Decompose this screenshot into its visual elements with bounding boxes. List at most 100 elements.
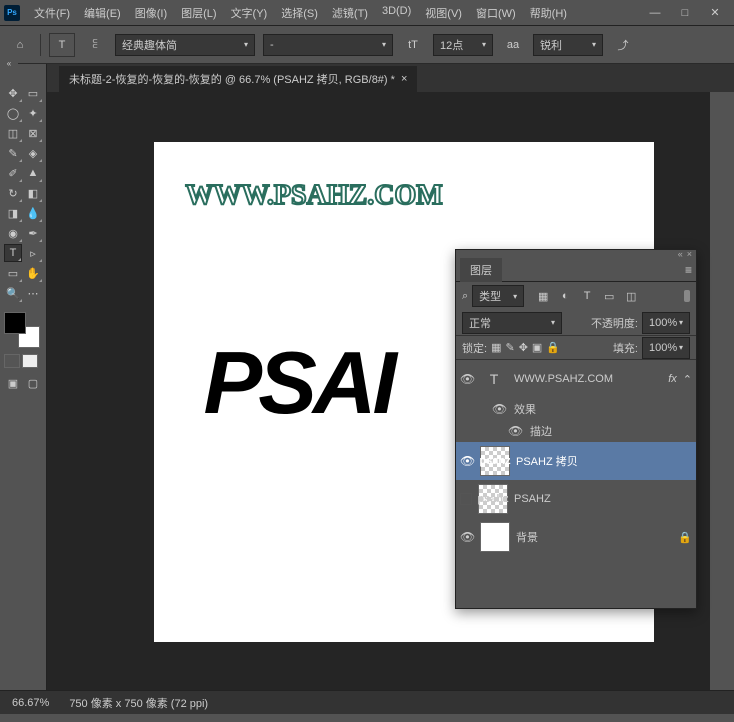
history-brush-tool[interactable]: ↻ [4,184,22,202]
tool-preset-icon[interactable]: T [49,33,75,57]
eraser-tool[interactable]: ◧ [24,184,42,202]
blur-tool[interactable]: 💧 [24,204,42,222]
menu-file[interactable]: 文件(F) [28,2,76,24]
path-select-tool[interactable]: ▹ [24,244,42,262]
crop-tool[interactable]: ◫ [4,124,22,142]
visibility-icon[interactable]: 👁 [460,530,474,544]
lock-all-icon[interactable]: 🔒 [546,341,560,354]
filter-type-dropdown[interactable]: 类型▾ [472,285,524,307]
mode-icon[interactable]: ▣ [4,374,22,392]
layer-thumbnail[interactable]: psahz [480,446,510,476]
layer-name[interactable]: 背景 [516,529,538,545]
brush-tool[interactable]: ✐ [4,164,22,182]
layer-thumbnail[interactable] [480,522,510,552]
eyedropper-tool[interactable]: ✎ [4,144,22,162]
lock-trans-icon[interactable]: ▦ [491,341,501,354]
type-tool[interactable]: T [4,244,22,262]
shape-tool[interactable]: ▭ [4,264,22,282]
color-swatches[interactable] [4,312,40,348]
font-family-dropdown[interactable]: ▾ [115,34,255,56]
collapse-toolbar-icon[interactable]: « [0,56,18,70]
fill-dropdown[interactable]: 100%▾ [642,337,690,359]
mode2-icon[interactable]: ▢ [24,374,42,392]
text-orient-icon[interactable]: ⫕ [83,33,107,57]
font-style-dropdown[interactable]: ▾ [263,34,393,56]
layer-row[interactable]: 👁 psahz PSAHZ 拷贝 [456,442,696,480]
hand-tool[interactable]: ✋ [24,264,42,282]
close-panel-icon[interactable]: × [687,249,692,259]
home-icon[interactable]: ⌂ [8,33,32,57]
zoom-value[interactable]: 66.67% [12,697,49,709]
maximize-button[interactable]: □ [670,2,700,24]
blend-mode-dropdown[interactable]: 正常▾ [462,312,562,334]
share-icon[interactable]: ⤴ [611,33,635,57]
filter-smart-icon[interactable]: ◫ [624,289,638,303]
visibility-icon[interactable]: 👁 [460,454,474,468]
layer-row[interactable]: psahz PSAHZ [456,480,696,518]
frame-tool[interactable]: ⊠ [24,124,42,142]
blend-row: 正常▾ 不透明度: 100%▾ [456,310,696,336]
menu-edit[interactable]: 编辑(E) [78,2,127,24]
move-tool[interactable]: ✥ [4,84,22,102]
menu-type[interactable]: 文字(Y) [225,2,274,24]
opacity-dropdown[interactable]: 100%▾ [642,312,690,334]
gradient-tool[interactable]: ◨ [4,204,22,222]
filter-adjust-icon[interactable]: ◐ [558,289,572,303]
layer-thumbnail[interactable]: psahz [478,484,508,514]
tab-close-icon[interactable]: × [401,73,407,85]
lock-pos-icon[interactable]: ✥ [519,341,528,354]
app-logo[interactable]: Ps [4,5,20,21]
quick-select-tool[interactable]: ✦ [24,104,42,122]
antialias-dropdown[interactable]: ▾ [533,34,603,56]
expand-fx-icon[interactable]: ⌃ [683,373,692,386]
document-tab[interactable]: 未标题-2-恢复的-恢复的-恢复的 @ 66.7% (PSAHZ 拷贝, RGB… [59,66,417,92]
lock-row: 锁定: ▦ ✎ ✥ ▣ 🔒 填充: 100%▾ [456,336,696,360]
menu-filter[interactable]: 滤镜(T) [326,2,374,24]
filter-pixel-icon[interactable]: ▦ [536,289,550,303]
visibility-icon[interactable]: 👁 [460,372,474,386]
panel-menu-icon[interactable]: ≡ [685,263,692,277]
layer-name[interactable]: PSAHZ [514,493,551,505]
fx-badge[interactable]: fx [668,373,677,385]
menu-window[interactable]: 窗口(W) [470,2,522,24]
menu-layer[interactable]: 图层(L) [175,2,222,24]
stamp-tool[interactable]: ▲ [24,164,42,182]
zoom-tool[interactable]: 🔍 [4,284,22,302]
fx-effect-row[interactable]: 👁 效果 [456,398,696,420]
collapse-icon[interactable]: « [678,249,683,259]
marquee-tool[interactable]: ▭ [24,84,42,102]
dodge-tool[interactable]: ◉ [4,224,22,242]
pen-tool[interactable]: ✒ [24,224,42,242]
heal-tool[interactable]: ◈ [24,144,42,162]
search-icon[interactable]: ⌕ [462,290,468,303]
close-button[interactable]: ✕ [700,2,730,24]
window-controls: — □ ✕ [640,2,730,24]
menu-3d[interactable]: 3D(D) [376,2,417,24]
menu-select[interactable]: 选择(S) [275,2,324,24]
layers-tab[interactable]: 图层 [460,258,502,282]
menu-image[interactable]: 图像(I) [129,2,173,24]
layer-name[interactable]: WWW.PSAHZ.COM [514,373,613,385]
filter-shape-icon[interactable]: ▭ [602,289,616,303]
visibility-icon[interactable]: 👁 [508,424,522,438]
menu-view[interactable]: 视图(V) [419,2,468,24]
layer-row[interactable]: 👁 背景 🔒 [456,518,696,556]
lock-pixel-icon[interactable]: ✎ [505,341,514,354]
menu-help[interactable]: 帮助(H) [524,2,573,24]
font-size-dropdown[interactable]: ▾ [433,34,493,56]
layer-name[interactable]: PSAHZ 拷贝 [516,453,578,469]
doc-dimensions[interactable]: 750 像素 x 750 像素 (72 ppi) [69,695,208,711]
lock-artboard-icon[interactable]: ▣ [532,341,542,354]
foreground-color-swatch[interactable] [4,312,26,334]
filter-type-icon[interactable]: T [580,289,594,303]
filter-toggle[interactable] [684,290,690,302]
lasso-tool[interactable]: ◯ [4,104,22,122]
visibility-icon[interactable] [460,493,472,505]
quickmask-icon[interactable] [4,354,20,368]
edit-toolbar[interactable]: ⋯ [24,284,42,302]
visibility-icon[interactable]: 👁 [492,402,506,416]
screenmode-icon[interactable] [22,354,38,368]
fx-stroke-row[interactable]: 👁 描边 [456,420,696,442]
layer-row[interactable]: 👁 T WWW.PSAHZ.COM fx ⌃ [456,360,696,398]
minimize-button[interactable]: — [640,2,670,24]
